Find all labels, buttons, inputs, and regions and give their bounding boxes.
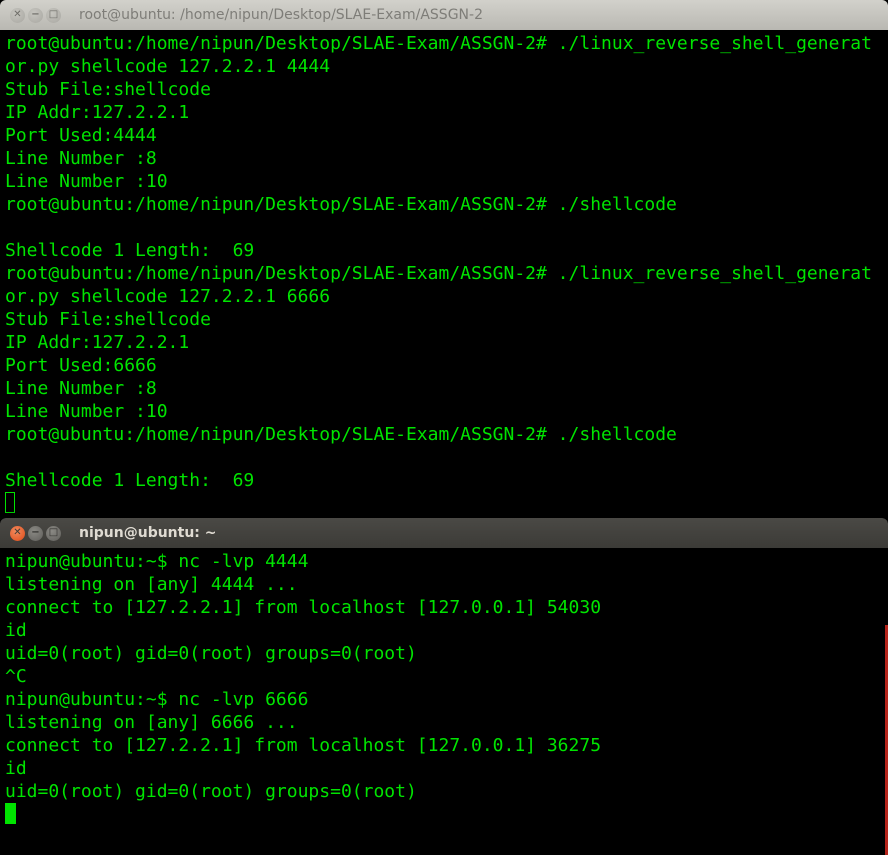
window-controls: ✕ − □ [10, 7, 61, 23]
terminal-window-root[interactable]: ✕ − □ root@ubuntu: /home/nipun/Desktop/S… [0, 0, 888, 520]
terminal-line: Shellcode 1 Length: 69 [5, 470, 255, 491]
terminal-line: or.py shellcode 127.2.2.1 6666 [5, 286, 331, 307]
title-bar[interactable]: ✕ − □ root@ubuntu: /home/nipun/Desktop/S… [0, 0, 888, 30]
terminal-line: Line Number :8 [5, 378, 157, 399]
terminal-line: root@ubuntu:/home/nipun/Desktop/SLAE-Exa… [5, 33, 872, 54]
minimize-icon[interactable]: − [28, 525, 43, 541]
terminal-line: root@ubuntu:/home/nipun/Desktop/SLAE-Exa… [5, 263, 872, 284]
window-controls: ✕ − □ [10, 525, 61, 541]
terminal-line: Line Number :10 [5, 171, 168, 192]
text-cursor [5, 492, 15, 513]
terminal-line: Stub File:shellcode [5, 79, 211, 100]
terminal-line: id [5, 620, 27, 641]
terminal-line: Line Number :8 [5, 148, 157, 169]
maximize-icon[interactable]: □ [46, 525, 61, 541]
window-title: root@ubuntu: /home/nipun/Desktop/SLAE-Ex… [79, 7, 483, 23]
terminal-line: ^C [5, 666, 27, 687]
terminal-line: nipun@ubuntu:~$ nc -lvp 6666 [5, 689, 309, 710]
terminal-line: Shellcode 1 Length: 69 [5, 240, 255, 261]
terminal-line: or.py shellcode 127.2.2.1 4444 [5, 56, 331, 77]
minimize-icon[interactable]: − [28, 7, 43, 23]
window-title: nipun@ubuntu: ~ [79, 525, 217, 541]
terminal-line: Port Used:4444 [5, 125, 157, 146]
title-bar[interactable]: ✕ − □ nipun@ubuntu: ~ [0, 518, 888, 548]
close-icon[interactable]: ✕ [10, 7, 25, 23]
cursor-line [5, 492, 888, 515]
terminal-line: listening on [any] 6666 ... [5, 712, 298, 733]
terminal-line: id [5, 758, 27, 779]
terminal-output[interactable]: nipun@ubuntu:~$ nc -lvp 4444 listening on… [0, 548, 888, 826]
maximize-icon[interactable]: □ [46, 7, 61, 23]
terminal-line: listening on [any] 4444 ... [5, 574, 298, 595]
terminal-line: uid=0(root) gid=0(root) groups=0(root) [5, 781, 417, 802]
terminal-line: Line Number :10 [5, 401, 168, 422]
terminal-line: IP Addr:127.2.2.1 [5, 332, 190, 353]
terminal-line: nipun@ubuntu:~$ nc -lvp 4444 [5, 551, 309, 572]
terminal-line: root@ubuntu:/home/nipun/Desktop/SLAE-Exa… [5, 424, 677, 445]
terminal-window-nipun[interactable]: ✕ − □ nipun@ubuntu: ~ nipun@ubuntu:~$ nc… [0, 518, 888, 855]
terminal-line: Port Used:6666 [5, 355, 157, 376]
close-icon[interactable]: ✕ [10, 525, 25, 541]
terminal-line: Stub File:shellcode [5, 309, 211, 330]
terminal-line: uid=0(root) gid=0(root) groups=0(root) [5, 643, 417, 664]
terminal-line: root@ubuntu:/home/nipun/Desktop/SLAE-Exa… [5, 194, 677, 215]
terminal-output[interactable]: root@ubuntu:/home/nipun/Desktop/SLAE-Exa… [0, 30, 888, 520]
terminal-line: connect to [127.2.2.1] from localhost [1… [5, 735, 602, 756]
terminal-line: IP Addr:127.2.2.1 [5, 102, 190, 123]
text-cursor [5, 803, 16, 824]
cursor-line [5, 803, 888, 826]
terminal-line: connect to [127.2.2.1] from localhost [1… [5, 597, 602, 618]
